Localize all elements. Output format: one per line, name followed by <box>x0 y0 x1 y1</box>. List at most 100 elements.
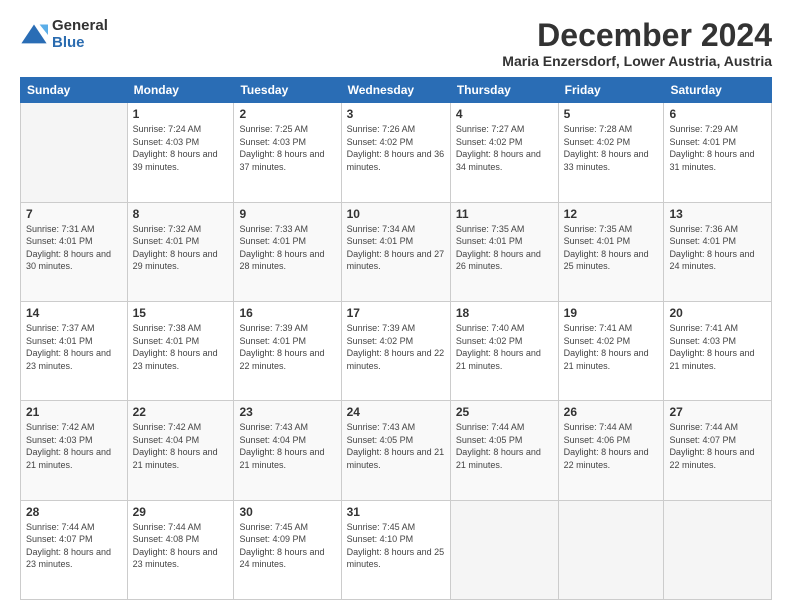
day-info: Sunrise: 7:24 AMSunset: 4:03 PMDaylight:… <box>133 124 218 172</box>
logo-icon <box>20 21 48 49</box>
day-number: 7 <box>26 207 122 221</box>
col-header-tuesday: Tuesday <box>234 78 341 103</box>
day-info: Sunrise: 7:35 AMSunset: 4:01 PMDaylight:… <box>564 224 649 272</box>
day-info: Sunrise: 7:44 AMSunset: 4:08 PMDaylight:… <box>133 522 218 570</box>
day-number: 12 <box>564 207 659 221</box>
day-info: Sunrise: 7:39 AMSunset: 4:01 PMDaylight:… <box>239 323 324 371</box>
day-number: 28 <box>26 505 122 519</box>
day-cell-6: 6 Sunrise: 7:29 AMSunset: 4:01 PMDayligh… <box>664 103 772 202</box>
col-header-sunday: Sunday <box>21 78 128 103</box>
day-cell-13: 13 Sunrise: 7:36 AMSunset: 4:01 PMDaylig… <box>664 202 772 301</box>
day-cell-1: 1 Sunrise: 7:24 AMSunset: 4:03 PMDayligh… <box>127 103 234 202</box>
day-info: Sunrise: 7:37 AMSunset: 4:01 PMDaylight:… <box>26 323 111 371</box>
day-info: Sunrise: 7:31 AMSunset: 4:01 PMDaylight:… <box>26 224 111 272</box>
logo: General Blue <box>20 18 108 51</box>
day-info: Sunrise: 7:41 AMSunset: 4:03 PMDaylight:… <box>669 323 754 371</box>
day-number: 16 <box>239 306 335 320</box>
day-number: 2 <box>239 107 335 121</box>
day-info: Sunrise: 7:42 AMSunset: 4:04 PMDaylight:… <box>133 422 218 470</box>
day-info: Sunrise: 7:44 AMSunset: 4:07 PMDaylight:… <box>669 422 754 470</box>
day-info: Sunrise: 7:26 AMSunset: 4:02 PMDaylight:… <box>347 124 445 172</box>
day-number: 6 <box>669 107 766 121</box>
day-number: 19 <box>564 306 659 320</box>
day-number: 14 <box>26 306 122 320</box>
day-info: Sunrise: 7:25 AMSunset: 4:03 PMDaylight:… <box>239 124 324 172</box>
day-number: 24 <box>347 405 445 419</box>
day-cell-18: 18 Sunrise: 7:40 AMSunset: 4:02 PMDaylig… <box>450 301 558 400</box>
day-info: Sunrise: 7:27 AMSunset: 4:02 PMDaylight:… <box>456 124 541 172</box>
day-number: 23 <box>239 405 335 419</box>
day-number: 22 <box>133 405 229 419</box>
empty-cell <box>664 500 772 599</box>
col-header-friday: Friday <box>558 78 664 103</box>
day-number: 18 <box>456 306 553 320</box>
day-cell-22: 22 Sunrise: 7:42 AMSunset: 4:04 PMDaylig… <box>127 401 234 500</box>
day-cell-11: 11 Sunrise: 7:35 AMSunset: 4:01 PMDaylig… <box>450 202 558 301</box>
logo-blue: Blue <box>52 35 108 52</box>
day-info: Sunrise: 7:44 AMSunset: 4:05 PMDaylight:… <box>456 422 541 470</box>
day-cell-19: 19 Sunrise: 7:41 AMSunset: 4:02 PMDaylig… <box>558 301 664 400</box>
day-number: 11 <box>456 207 553 221</box>
day-cell-27: 27 Sunrise: 7:44 AMSunset: 4:07 PMDaylig… <box>664 401 772 500</box>
day-cell-3: 3 Sunrise: 7:26 AMSunset: 4:02 PMDayligh… <box>341 103 450 202</box>
day-info: Sunrise: 7:32 AMSunset: 4:01 PMDaylight:… <box>133 224 218 272</box>
day-number: 5 <box>564 107 659 121</box>
day-cell-2: 2 Sunrise: 7:25 AMSunset: 4:03 PMDayligh… <box>234 103 341 202</box>
day-cell-14: 14 Sunrise: 7:37 AMSunset: 4:01 PMDaylig… <box>21 301 128 400</box>
week-row-3: 14 Sunrise: 7:37 AMSunset: 4:01 PMDaylig… <box>21 301 772 400</box>
day-number: 25 <box>456 405 553 419</box>
day-cell-15: 15 Sunrise: 7:38 AMSunset: 4:01 PMDaylig… <box>127 301 234 400</box>
week-row-4: 21 Sunrise: 7:42 AMSunset: 4:03 PMDaylig… <box>21 401 772 500</box>
logo-general: General <box>52 18 108 35</box>
day-cell-26: 26 Sunrise: 7:44 AMSunset: 4:06 PMDaylig… <box>558 401 664 500</box>
day-info: Sunrise: 7:44 AMSunset: 4:07 PMDaylight:… <box>26 522 111 570</box>
location-title: Maria Enzersdorf, Lower Austria, Austria <box>502 53 772 69</box>
day-info: Sunrise: 7:43 AMSunset: 4:04 PMDaylight:… <box>239 422 324 470</box>
calendar-table: SundayMondayTuesdayWednesdayThursdayFrid… <box>20 77 772 600</box>
day-info: Sunrise: 7:34 AMSunset: 4:01 PMDaylight:… <box>347 224 445 272</box>
col-header-monday: Monday <box>127 78 234 103</box>
day-cell-23: 23 Sunrise: 7:43 AMSunset: 4:04 PMDaylig… <box>234 401 341 500</box>
col-header-wednesday: Wednesday <box>341 78 450 103</box>
week-row-2: 7 Sunrise: 7:31 AMSunset: 4:01 PMDayligh… <box>21 202 772 301</box>
day-cell-24: 24 Sunrise: 7:43 AMSunset: 4:05 PMDaylig… <box>341 401 450 500</box>
day-info: Sunrise: 7:44 AMSunset: 4:06 PMDaylight:… <box>564 422 649 470</box>
day-info: Sunrise: 7:39 AMSunset: 4:02 PMDaylight:… <box>347 323 445 371</box>
day-number: 26 <box>564 405 659 419</box>
day-cell-5: 5 Sunrise: 7:28 AMSunset: 4:02 PMDayligh… <box>558 103 664 202</box>
day-info: Sunrise: 7:41 AMSunset: 4:02 PMDaylight:… <box>564 323 649 371</box>
empty-cell <box>21 103 128 202</box>
day-number: 20 <box>669 306 766 320</box>
day-cell-16: 16 Sunrise: 7:39 AMSunset: 4:01 PMDaylig… <box>234 301 341 400</box>
day-info: Sunrise: 7:45 AMSunset: 4:10 PMDaylight:… <box>347 522 445 570</box>
day-number: 29 <box>133 505 229 519</box>
day-cell-20: 20 Sunrise: 7:41 AMSunset: 4:03 PMDaylig… <box>664 301 772 400</box>
day-number: 21 <box>26 405 122 419</box>
week-row-5: 28 Sunrise: 7:44 AMSunset: 4:07 PMDaylig… <box>21 500 772 599</box>
day-info: Sunrise: 7:45 AMSunset: 4:09 PMDaylight:… <box>239 522 324 570</box>
day-cell-17: 17 Sunrise: 7:39 AMSunset: 4:02 PMDaylig… <box>341 301 450 400</box>
day-cell-29: 29 Sunrise: 7:44 AMSunset: 4:08 PMDaylig… <box>127 500 234 599</box>
month-title: December 2024 <box>502 18 772 53</box>
day-number: 10 <box>347 207 445 221</box>
day-cell-28: 28 Sunrise: 7:44 AMSunset: 4:07 PMDaylig… <box>21 500 128 599</box>
day-cell-10: 10 Sunrise: 7:34 AMSunset: 4:01 PMDaylig… <box>341 202 450 301</box>
week-row-1: 1 Sunrise: 7:24 AMSunset: 4:03 PMDayligh… <box>21 103 772 202</box>
day-number: 27 <box>669 405 766 419</box>
day-cell-21: 21 Sunrise: 7:42 AMSunset: 4:03 PMDaylig… <box>21 401 128 500</box>
day-info: Sunrise: 7:33 AMSunset: 4:01 PMDaylight:… <box>239 224 324 272</box>
day-cell-8: 8 Sunrise: 7:32 AMSunset: 4:01 PMDayligh… <box>127 202 234 301</box>
logo-text: General Blue <box>52 18 108 51</box>
col-header-saturday: Saturday <box>664 78 772 103</box>
day-number: 8 <box>133 207 229 221</box>
empty-cell <box>558 500 664 599</box>
day-number: 4 <box>456 107 553 121</box>
day-info: Sunrise: 7:42 AMSunset: 4:03 PMDaylight:… <box>26 422 111 470</box>
day-number: 15 <box>133 306 229 320</box>
day-number: 3 <box>347 107 445 121</box>
col-header-thursday: Thursday <box>450 78 558 103</box>
day-info: Sunrise: 7:28 AMSunset: 4:02 PMDaylight:… <box>564 124 649 172</box>
day-number: 9 <box>239 207 335 221</box>
day-number: 30 <box>239 505 335 519</box>
page: General Blue December 2024 Maria Enzersd… <box>0 0 792 612</box>
